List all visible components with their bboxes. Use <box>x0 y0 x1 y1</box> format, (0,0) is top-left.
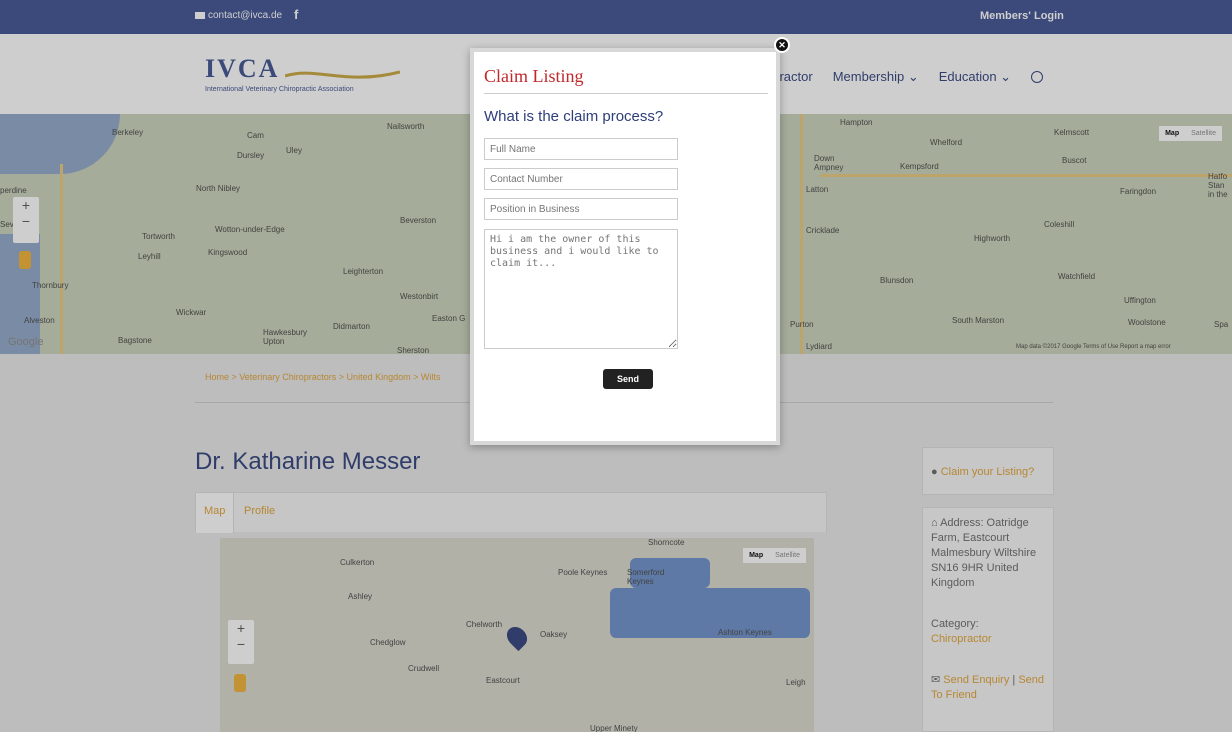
position-field[interactable] <box>484 198 678 220</box>
contact-number-field[interactable] <box>484 168 678 190</box>
message-textarea[interactable] <box>484 229 678 349</box>
modal-subtitle: What is the claim process? <box>484 108 664 125</box>
modal-title: Claim Listing <box>484 66 584 86</box>
full-name-field[interactable] <box>484 138 678 160</box>
send-button[interactable]: Send <box>603 369 653 389</box>
close-icon[interactable]: ✕ <box>774 37 790 53</box>
modal-divider <box>484 93 768 94</box>
claim-listing-modal: Claim Listing What is the claim process?… <box>470 48 780 445</box>
